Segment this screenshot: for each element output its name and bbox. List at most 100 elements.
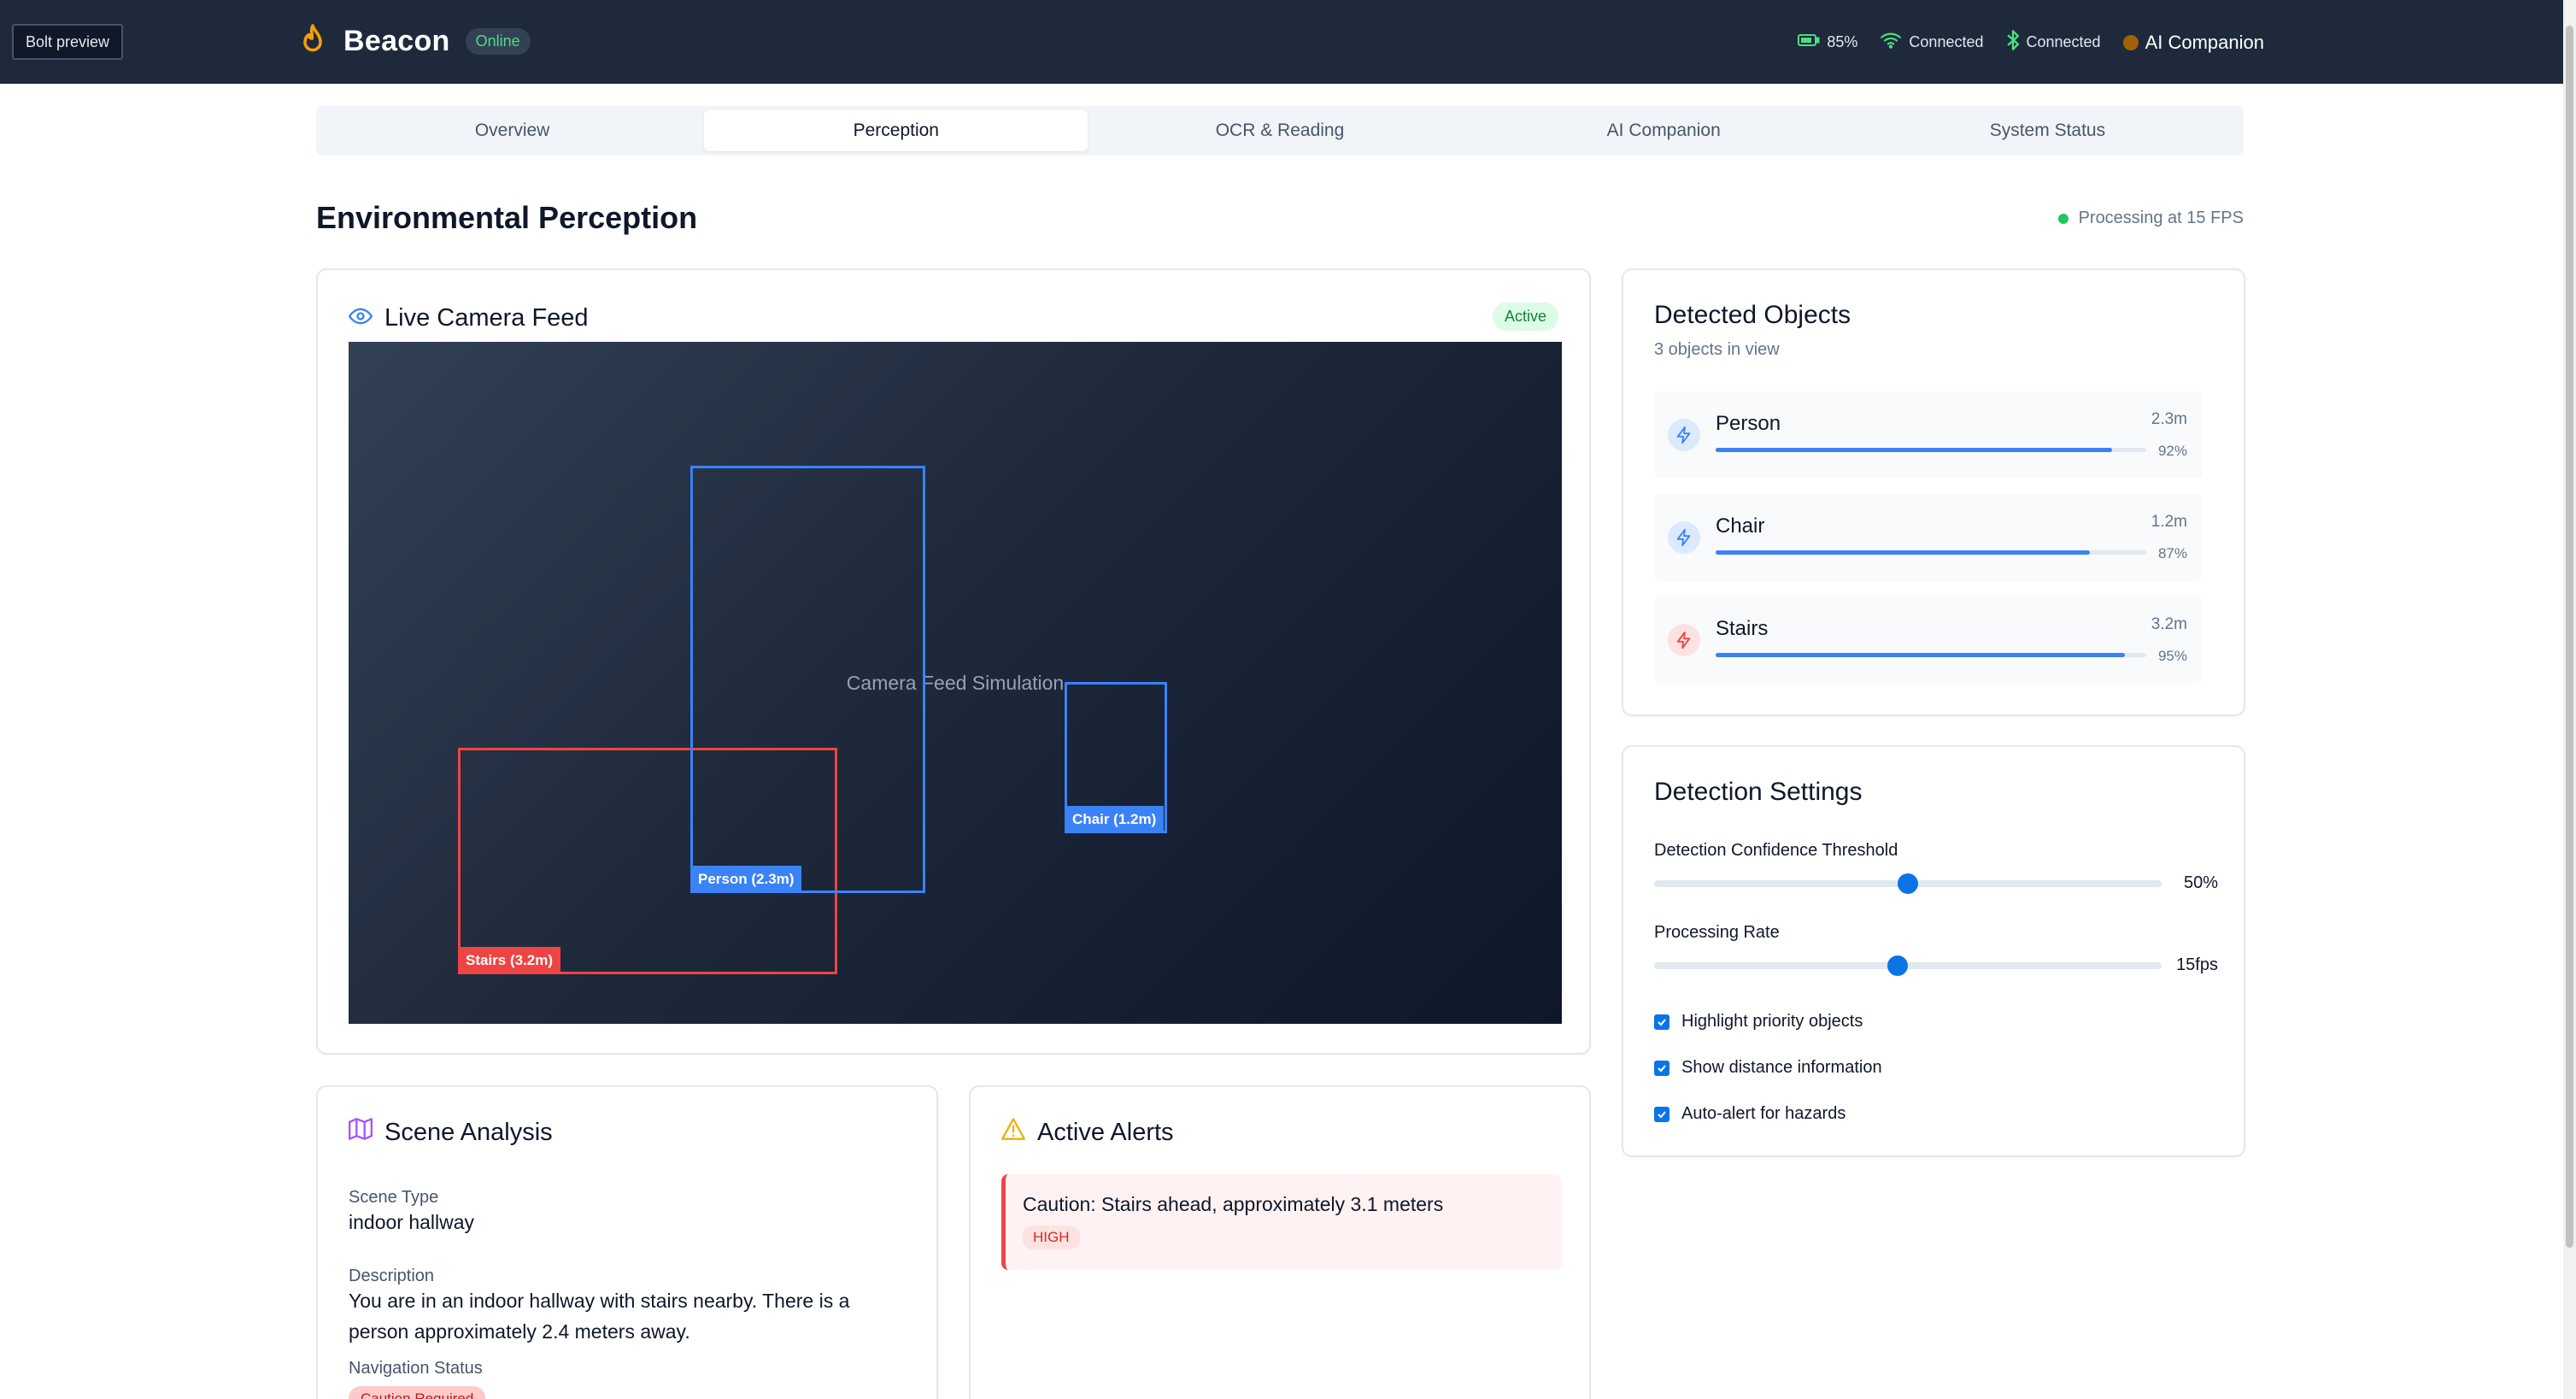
warning-icon [1001,1118,1025,1147]
battery-status: 85% [1798,33,1857,51]
scene-analysis-header: Scene Analysis [349,1118,553,1147]
wifi-icon [1880,32,1902,53]
checkbox-checked-icon[interactable] [1654,1060,1669,1076]
active-alerts-header: Active Alerts [1001,1118,1174,1147]
detected-objects-card: Detected Objects 3 objects in view Perso… [1622,268,2245,716]
bolt-preview-chip[interactable]: Bolt preview [12,24,124,60]
fps-label: Processing at 15 FPS [2078,209,2244,227]
object-confidence: 95% [2157,648,2187,664]
zap-icon [1668,624,1700,656]
confidence-slider-handle[interactable] [1898,873,1918,894]
bluetooth-label: Connected [2026,33,2101,50]
app-root: Bolt preview Beacon Online 85% Connected… [0,0,2563,1399]
confidence-bar [1716,448,2146,452]
description-label: Description [349,1267,435,1285]
confidence-threshold-slider[interactable] [1654,873,2162,894]
object-name: Chair [1716,514,1765,538]
highlight-priority-option[interactable]: Highlight priority objects [1654,1012,1863,1032]
active-alerts-title: Active Alerts [1037,1118,1174,1146]
status-bar: 85% Connected Connected AI Companion [1798,29,2264,56]
list-item[interactable]: Stairs 3.2m 95% [1654,597,2203,684]
battery-icon [1798,33,1820,51]
confidence-bar-fill [1716,448,2112,452]
rate-slider-handle[interactable] [1887,955,1909,976]
brand[interactable]: Beacon Online [297,22,531,60]
camera-active-badge: Active [1492,303,1558,331]
page-scrollbar[interactable] [2563,0,2576,1399]
processing-rate-value: 15fps [2176,955,2218,974]
tab-perception[interactable]: Perception [704,110,1088,151]
ai-companion-status[interactable]: AI Companion [2122,31,2264,54]
checkbox-label: Show distance information [1681,1058,1882,1077]
tab-ocr-reading[interactable]: OCR & Reading [1088,110,1471,151]
object-distance: 1.2m [2151,513,2187,531]
object-name: Person [1716,412,1781,435]
object-name: Stairs [1716,617,1769,640]
camera-card-title: Live Camera Feed [384,304,589,332]
fps-status: Processing at 15 FPS [2057,209,2244,228]
confidence-bar [1716,653,2146,657]
brand-name: Beacon [343,24,450,57]
eye-icon [349,308,373,329]
tab-overview[interactable]: Overview [320,110,704,151]
bluetooth-status: Connected [2006,29,2101,56]
ai-companion-label: AI Companion [2145,31,2264,53]
checkbox-label: Auto-alert for hazards [1681,1104,1846,1123]
bbox-stairs-label: Stairs (3.2m) [458,947,561,974]
confidence-threshold-label: Detection Confidence Threshold [1654,841,1898,860]
bbox-person-label: Person (2.3m) [690,866,802,893]
scrollbar-thumb[interactable] [2566,26,2573,1248]
object-distance: 3.2m [2151,615,2187,633]
camera-feed-caption: Camera Feed Simulation [846,672,1065,694]
alert-item[interactable]: Caution: Stairs ahead, approximately 3.1… [1001,1174,1562,1270]
bbox-person[interactable]: Person (2.3m) [690,466,925,893]
checkbox-checked-icon[interactable] [1654,1014,1669,1030]
online-badge: Online [465,27,531,55]
page-title: Environmental Perception [316,200,698,235]
scene-analysis-card: Scene Analysis Scene Type indoor hallway… [316,1085,938,1399]
bbox-chair[interactable]: Chair (1.2m) [1065,682,1167,833]
ai-status-dot-icon [2122,34,2139,50]
confidence-bar [1716,550,2146,555]
processing-rate-label: Processing Rate [1654,923,1780,942]
object-distance: 2.3m [2151,410,2187,428]
confidence-threshold-value: 50% [2183,873,2218,892]
show-distance-option[interactable]: Show distance information [1654,1058,1882,1078]
navigation-status-badge: Caution Required [349,1386,486,1399]
checkbox-checked-icon[interactable] [1654,1106,1669,1122]
list-item[interactable]: Person 2.3m 92% [1654,391,2203,479]
scene-analysis-title: Scene Analysis [384,1118,553,1146]
zap-icon [1668,419,1700,451]
description-value: You are in an indoor hallway with stairs… [349,1290,850,1343]
processing-dot-icon [2057,213,2068,224]
alert-severity-badge: HIGH [1023,1226,1080,1249]
detected-objects-count: 3 objects in view [1654,340,1780,359]
camera-card: Live Camera Feed Active Camera Feed Simu… [316,268,1591,1055]
confidence-threshold-setting: Detection Confidence Threshold 50% [1654,841,2218,894]
alert-message: Caution: Stairs ahead, approximately 3.1… [1023,1193,1444,1215]
map-icon [349,1118,373,1147]
checkbox-label: Highlight priority objects [1681,1012,1863,1031]
detection-settings-title: Detection Settings [1654,778,1863,806]
tab-system-status[interactable]: System Status [1856,110,2239,151]
object-confidence: 87% [2157,545,2187,561]
top-header: Bolt preview Beacon Online 85% Connected… [0,0,2563,84]
object-confidence: 92% [2157,443,2187,459]
wifi-status: Connected [1880,32,1984,53]
list-item[interactable]: Chair 1.2m 87% [1654,494,2203,581]
processing-rate-slider[interactable] [1654,955,2162,976]
tab-ai-companion[interactable]: AI Companion [1472,110,1856,151]
camera-feed[interactable]: Camera Feed Simulation Stairs (3.2m) Per… [349,342,1562,1024]
processing-rate-setting: Processing Rate 15fps [1654,923,2218,976]
auto-alert-option[interactable]: Auto-alert for hazards [1654,1104,1845,1124]
confidence-bar-fill [1716,653,2125,657]
detection-settings-card: Detection Settings Detection Confidence … [1622,745,2245,1157]
active-alerts-card: Active Alerts Caution: Stairs ahead, app… [969,1085,1591,1399]
battery-level: 85% [1827,33,1858,50]
flame-icon [297,22,332,60]
confidence-bar-fill [1716,550,2091,555]
navigation-status-label: Navigation Status [349,1359,483,1378]
detected-objects-title: Detected Objects [1654,301,1851,329]
camera-card-header: Live Camera Feed [349,304,589,332]
zap-icon [1668,521,1700,554]
